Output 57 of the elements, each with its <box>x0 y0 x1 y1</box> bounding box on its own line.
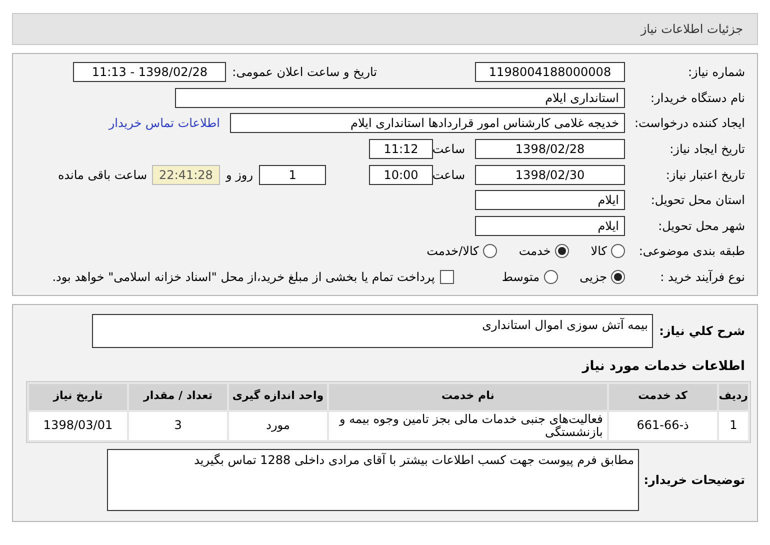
field-label: نام دستگاه خریدار: <box>650 90 745 107</box>
field-label: نوع فرآیند خرید : <box>659 268 745 286</box>
field-label: ایجاد کننده درخواست: <box>633 115 745 132</box>
radio-button[interactable] <box>611 244 625 258</box>
page-title: جزئیات اطلاعات نیاز <box>640 21 743 38</box>
option-label: کالا <box>590 243 607 260</box>
column-header: کد خدمت <box>608 384 717 410</box>
table-cell: 3 <box>129 412 227 440</box>
column-header: ردیف <box>718 384 748 410</box>
section-title: اطلاعات خدمات مورد نیاز <box>580 358 745 376</box>
radio-button[interactable] <box>611 270 625 284</box>
radio-button[interactable] <box>482 244 497 258</box>
column-header: واحد اندازه گیری <box>229 384 327 410</box>
field-label: ساعت <box>433 140 465 158</box>
option-label: متوسط <box>502 268 540 286</box>
field-label: تاریخ و ساعت اعلان عمومی: <box>232 64 377 82</box>
text-field[interactable]: 10:00 <box>369 164 433 185</box>
contact-link[interactable]: اطلاعات تماس خریدار <box>108 114 220 132</box>
option-label: کالا/خدمت <box>426 243 479 260</box>
text-field[interactable]: 1 <box>259 164 326 185</box>
field-label: شماره نیاز: <box>687 64 745 82</box>
option-label: خدمت <box>518 243 551 260</box>
radio-button[interactable] <box>544 270 558 284</box>
table-cell: 1 <box>718 412 748 440</box>
text-field[interactable]: 1398/02/30 <box>475 164 625 185</box>
field-label: استان محل تحویل: <box>650 192 745 210</box>
text-field[interactable]: 1398/02/28 - 11:13 <box>73 62 226 82</box>
column-header: تعداد / مقدار <box>129 384 227 410</box>
countdown-field: 22:41:28 <box>152 164 220 185</box>
field-label: روز و <box>226 166 253 184</box>
option-label: جزیی <box>580 268 607 286</box>
table-cell: 1398/03/01 <box>29 412 128 440</box>
field-label: ساعت <box>433 166 465 184</box>
text-field[interactable]: خدیجه غلامی کارشناس امور قراردادها استانداری ایلام <box>230 113 625 134</box>
field-label: طبقه بندی موضوعی: <box>638 243 745 260</box>
table-cell: ذ-66-661 <box>608 412 717 440</box>
column-header: نام خدمت <box>328 384 607 410</box>
field-label: ساعت باقی مانده <box>58 166 147 184</box>
text-field[interactable]: ایلام <box>475 216 625 236</box>
payment-note: پرداخت تمام یا بخشی از مبلغ خرید،از محل "اسناد خزانه اسلامی" خواهد بود. <box>52 268 435 286</box>
checkbox[interactable] <box>440 270 454 284</box>
column-header: تاریخ نیاز <box>29 384 128 410</box>
radio-button[interactable] <box>554 244 569 258</box>
table-cell: مورد <box>229 412 327 440</box>
text-field[interactable]: 11:12 <box>369 138 433 159</box>
field-label: تاریخ اعتبار نیاز: <box>664 166 745 184</box>
table-cell: فعالیت‌های جنبی خدمات مالی بجز تامین وجوه بیمه و بازنشستگی <box>328 412 607 440</box>
field-label: شهر محل تحویل: <box>657 218 745 235</box>
notes-box: مطابق فرم پیوست جهت کسب اطلاعات بیشتر با آقای مرادی داخلی 1288 تماس بگیرید <box>107 448 639 510</box>
description-box: بیمه آتش سوزی اموال استانداری <box>92 314 653 348</box>
text-field[interactable]: ایلام <box>475 190 625 210</box>
field-label: شرح کلي نياز: <box>658 323 745 340</box>
text-field[interactable]: استانداری ایلام <box>175 88 625 108</box>
text-field[interactable]: 1398/02/28 <box>475 138 625 159</box>
text-field[interactable]: 1198004188000008 <box>475 62 625 82</box>
field-label: تاریخ ایجاد نیاز: <box>668 140 745 158</box>
field-label: توضیحات خریدار: <box>642 472 745 488</box>
